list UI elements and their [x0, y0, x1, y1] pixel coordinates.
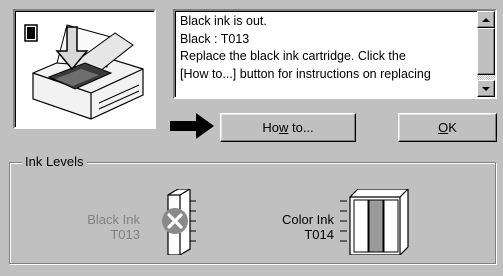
- scroll-up-icon: [482, 17, 490, 22]
- ink-out-dialog: Black ink is out. Black : T013 Replace t…: [0, 0, 503, 276]
- message-line: Replace the black ink cartridge. Click t…: [180, 49, 406, 63]
- message-line: Black ink is out.: [180, 14, 267, 28]
- scroll-down-icon: [482, 86, 490, 91]
- how-to-button[interactable]: How to...: [220, 113, 356, 142]
- how-to-button-label: How to...: [262, 120, 313, 135]
- color-ink-name: Color Ink: [281, 212, 334, 227]
- ok-button-label: OK: [438, 120, 457, 135]
- color-ink-code: T014: [304, 227, 334, 242]
- message-textbox[interactable]: Black ink is out. Black : T013 Replace t…: [173, 9, 497, 99]
- black-ink-code: T013: [110, 227, 140, 242]
- printer-icon: [24, 24, 144, 120]
- black-ink-cartridge-icon: [162, 189, 196, 255]
- how-to-label-part: to...: [288, 120, 314, 135]
- message-line: [How to...] button for instructions on r…: [180, 66, 431, 81]
- scroll-thumb[interactable]: [477, 28, 495, 75]
- message-text: Black ink is out. Black : T013 Replace t…: [180, 13, 475, 97]
- black-ink-label: Black Ink T013: [56, 212, 140, 242]
- how-to-accelerator: w: [278, 120, 289, 135]
- error-x-icon: [162, 208, 188, 234]
- ok-button[interactable]: OK: [398, 113, 497, 142]
- ok-label-part: K: [448, 120, 457, 135]
- right-arrow-icon: [170, 113, 214, 139]
- ok-accelerator: O: [438, 120, 449, 135]
- scroll-up-button[interactable]: [477, 11, 495, 28]
- color-ink-label: Color Ink T014: [254, 212, 334, 242]
- scroll-down-button[interactable]: [477, 80, 495, 97]
- black-ink-name: Black Ink: [87, 212, 140, 227]
- vertical-scrollbar[interactable]: [477, 11, 495, 97]
- how-to-label-part: Ho: [262, 120, 279, 135]
- printer-illustration: [13, 9, 156, 129]
- message-line: Black : T013: [180, 31, 250, 46]
- color-ink-cartridge-icon: [340, 189, 409, 255]
- ink-levels-group-title: Ink Levels: [22, 154, 87, 170]
